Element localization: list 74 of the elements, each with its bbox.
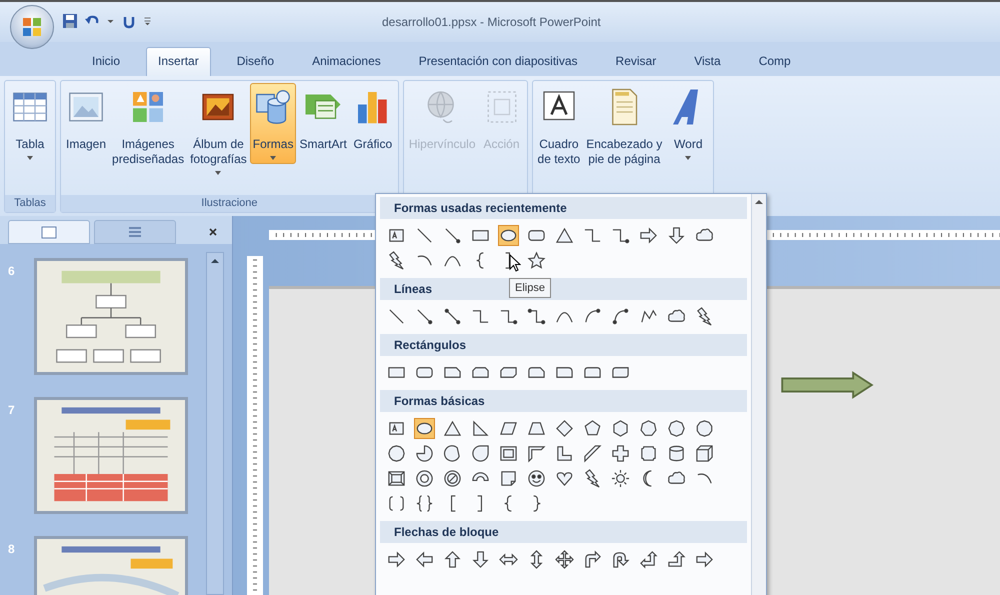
scrollbar[interactable] xyxy=(751,194,766,595)
smiley-icon[interactable] xyxy=(526,468,547,489)
mouse-pointer-icon xyxy=(509,254,521,272)
cube-icon[interactable] xyxy=(694,443,715,464)
diagonal-stripe-icon[interactable] xyxy=(582,443,603,464)
ribbon-button[interactable]: Cuadro de texto xyxy=(534,83,584,170)
right-arrow-shape[interactable] xyxy=(779,371,875,399)
right-arrow-icon[interactable] xyxy=(386,549,407,570)
sun-icon[interactable] xyxy=(610,468,631,489)
left-up-arrow-icon[interactable] xyxy=(638,549,659,570)
slide-number: 8 xyxy=(8,542,16,556)
cross-icon[interactable] xyxy=(610,443,631,464)
elbow-double-arrow-icon[interactable] xyxy=(526,306,547,327)
ribbon-tab[interactable]: Presentación con diapositivas xyxy=(406,47,590,76)
pane-tab[interactable] xyxy=(8,220,90,244)
up-arrow-icon[interactable] xyxy=(442,549,463,570)
ribbon-tab[interactable]: Vista xyxy=(682,47,733,76)
slide-number: 7 xyxy=(8,403,16,417)
ribbon-button[interactable]: SmartArt xyxy=(296,83,350,155)
group-label: Tablas xyxy=(5,195,55,212)
scroll-up-icon[interactable] xyxy=(210,257,220,265)
ribbon-button[interactable]: Word xyxy=(665,83,712,164)
window-title: desarrollo01.ppsx - Microsoft PowerPoint xyxy=(382,15,601,29)
slide-number: 6 xyxy=(8,264,16,278)
save-icon[interactable] xyxy=(62,13,78,29)
right-arrow-icon[interactable] xyxy=(638,225,659,246)
close-icon[interactable] xyxy=(208,227,218,237)
ribbon-button[interactable]: Imagen xyxy=(63,83,110,155)
ribbon-tab[interactable]: Comp xyxy=(746,47,803,76)
pie-icon[interactable] xyxy=(414,443,435,464)
tooltip: Elipse xyxy=(509,278,551,298)
ribbon-button[interactable]: Imágenes prediseñadas xyxy=(109,83,188,170)
dodecagon-icon[interactable] xyxy=(386,443,407,464)
ribbon-tab[interactable]: Insertar xyxy=(146,47,211,76)
slide-thumbnail[interactable] xyxy=(34,397,188,514)
no-symbol-icon[interactable] xyxy=(442,468,463,489)
octagon-icon[interactable] xyxy=(666,418,687,439)
ribbon-button[interactable]: Formas xyxy=(250,83,296,164)
ribbon-tab[interactable]: Inicio xyxy=(80,47,132,76)
section-header: Flechas de bloque xyxy=(380,521,747,543)
decagon-icon[interactable] xyxy=(694,418,715,439)
heptagon-icon[interactable] xyxy=(638,418,659,439)
scrollbar[interactable] xyxy=(206,252,224,595)
slides-tab-icon xyxy=(40,224,58,240)
down-arrow-icon[interactable] xyxy=(470,549,491,570)
curved-double-arrow-icon[interactable] xyxy=(610,306,631,327)
quad-arrow-icon[interactable] xyxy=(554,549,575,570)
double-arrow-line-icon[interactable] xyxy=(442,306,463,327)
caret-icon xyxy=(26,155,34,161)
ribbon-tab[interactable]: Animaciones xyxy=(300,47,393,76)
office-button[interactable] xyxy=(10,5,54,49)
ribbon-button[interactable]: Álbum de fotografías xyxy=(187,83,250,179)
section-header: Rectángulos xyxy=(380,334,747,356)
caret-icon xyxy=(214,170,222,176)
teardrop-icon[interactable] xyxy=(470,443,491,464)
outline-tab-icon xyxy=(126,224,144,240)
brace-pair-icon[interactable] xyxy=(414,493,435,514)
slide-thumbnail[interactable] xyxy=(34,258,188,375)
section-header: Formas básicas xyxy=(380,390,747,412)
ribbon-button[interactable]: Tabla xyxy=(7,83,53,164)
caret-icon xyxy=(269,155,278,161)
ribbon-tab[interactable]: Revisar xyxy=(604,47,668,76)
scroll-up-icon[interactable] xyxy=(754,198,764,206)
ribbon-button[interactable]: Encabezado y pie de página xyxy=(583,83,666,170)
ribbon-tab[interactable]: Diseño xyxy=(224,47,286,76)
ribbon-button[interactable]: Gráfico xyxy=(350,83,396,155)
left-arrow-icon[interactable] xyxy=(414,549,435,570)
diamond-icon[interactable] xyxy=(554,418,575,439)
caret-icon xyxy=(684,155,692,161)
office-logo-icon xyxy=(20,15,44,39)
down-arrow-icon[interactable] xyxy=(666,225,687,246)
star-icon[interactable] xyxy=(526,250,547,271)
right-arrow-icon[interactable] xyxy=(694,549,715,570)
donut-icon[interactable] xyxy=(414,468,435,489)
